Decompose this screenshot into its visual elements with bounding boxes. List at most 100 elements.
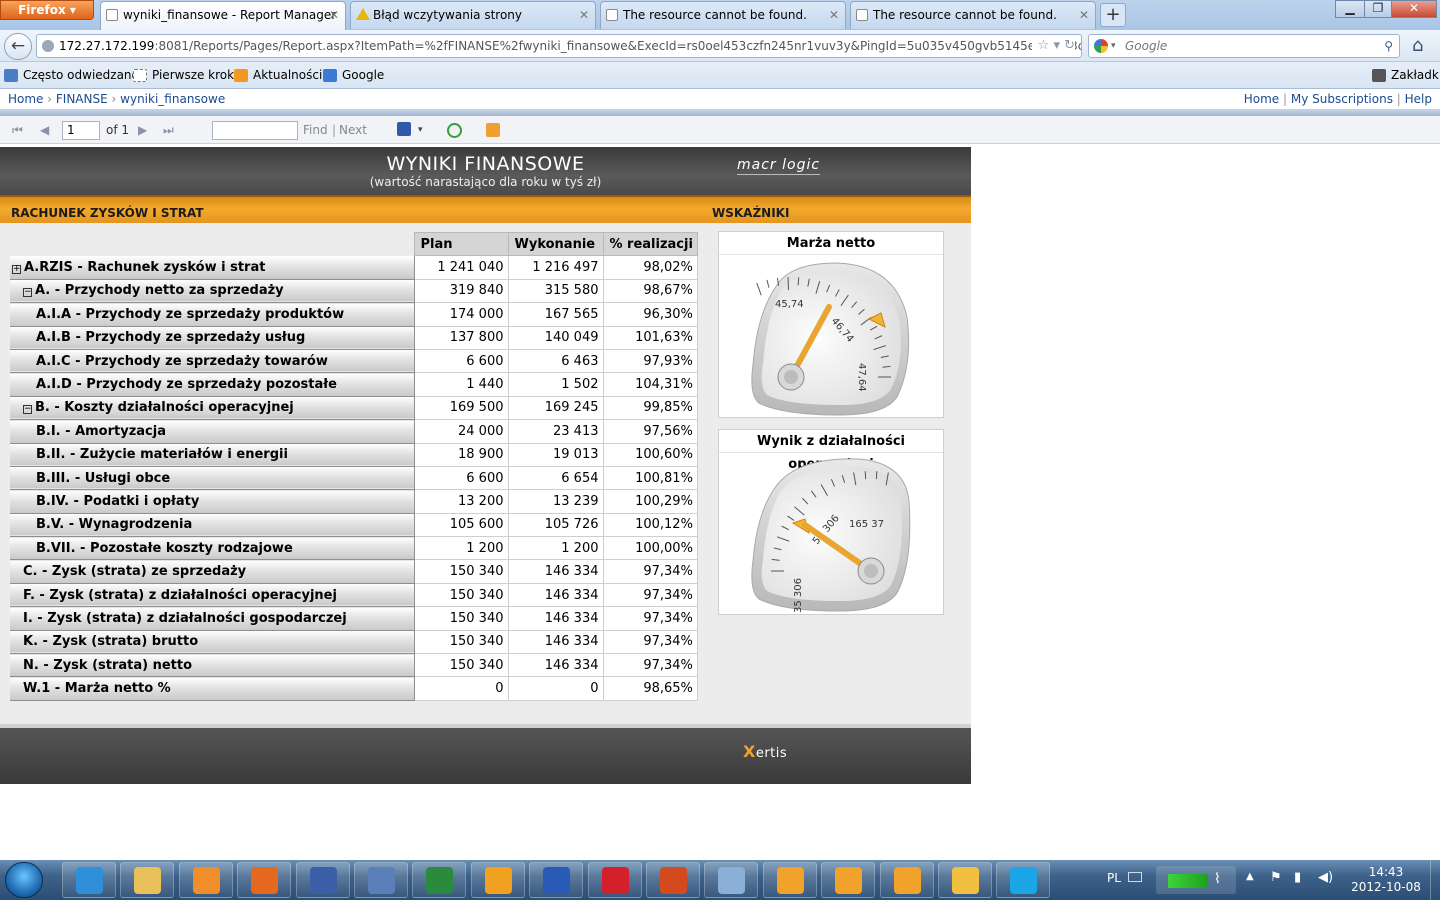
taskbar-app-ii[interactable] <box>470 862 525 898</box>
taskbar-app-ie[interactable] <box>62 862 116 898</box>
column-header-exec: Wykonanie <box>507 231 604 257</box>
refresh-icon[interactable] <box>447 123 462 138</box>
table-row: B.V. - Wynagrodzenia 105 600 105 726 100,12… <box>10 512 698 538</box>
page-icon <box>106 9 118 21</box>
row-label: K. - Zysk (strata) brutto <box>10 630 415 655</box>
row-label-text: A.I.D - Przychody ze sprzedaży pozostałe <box>36 377 337 393</box>
start-button[interactable] <box>5 862 43 898</box>
exec-cell: 146 334 <box>507 582 604 608</box>
taskbar-app-app3[interactable] <box>879 862 934 898</box>
atom-feed-icon[interactable] <box>486 123 500 137</box>
plan-cell: 1 241 040 <box>413 255 509 280</box>
taskbar-app-explorer[interactable] <box>120 862 175 898</box>
collapse-icon[interactable]: − <box>23 288 32 298</box>
taskbar-app-skype[interactable] <box>996 862 1051 898</box>
header-band <box>0 109 1440 116</box>
share-icon <box>601 867 629 894</box>
help-link[interactable]: Help <box>1405 92 1432 106</box>
taskbar-app-app1[interactable] <box>762 862 817 898</box>
clock[interactable]: 14:43 2012-10-08 <box>1350 865 1422 895</box>
network-icon[interactable]: ▮ <box>1294 870 1301 885</box>
taskbar-app-excel[interactable] <box>412 862 467 898</box>
taskbar-app-app2[interactable] <box>821 862 876 898</box>
media-icon <box>192 867 220 894</box>
breadcrumb-home[interactable]: Home <box>8 92 43 106</box>
maximize-button[interactable]: ❐ <box>1364 0 1392 18</box>
exec-cell: 146 334 <box>507 606 604 631</box>
row-label-text: W.1 - Marża netto % <box>23 681 171 697</box>
search-input[interactable]: ▾ Google ⚲ <box>1088 34 1400 58</box>
expand-icon[interactable]: + <box>12 264 21 274</box>
taskbar-app-save[interactable] <box>295 862 350 898</box>
page-number-input[interactable]: 1 <box>62 121 100 140</box>
address-bar[interactable]: 172.27.172.199:8081/Reports/Pages/Report… <box>36 34 1082 58</box>
show-desktop-button[interactable] <box>1430 860 1440 900</box>
close-window-button[interactable]: ✕ <box>1391 0 1437 18</box>
previous-page-icon[interactable]: ◀ <box>40 116 49 144</box>
first-page-icon[interactable]: ⏮ <box>12 116 23 144</box>
taskbar-app-powerpoint[interactable] <box>646 862 700 898</box>
keyboard-icon[interactable] <box>1128 872 1142 882</box>
row-label: B.III. - Usługi obce <box>10 466 415 491</box>
next-page-icon[interactable]: ▶ <box>138 116 147 144</box>
pct-cell: 98,67% <box>602 278 698 304</box>
row-label: C. - Zysk (strata) ze sprzedaży <box>10 559 415 584</box>
export-icon[interactable] <box>397 122 411 136</box>
skype-icon <box>1010 867 1038 894</box>
action-center-icon[interactable]: ⚑ <box>1270 870 1282 885</box>
close-tab-icon[interactable]: ✕ <box>329 2 339 28</box>
browser-titlebar: Firefox ▾ wyniki_finansowe - Report Mana… <box>0 0 1440 30</box>
table-row: K. - Zysk (strata) brutto 150 340 146 334 9… <box>10 629 698 655</box>
row-label-text: K. - Zysk (strata) brutto <box>23 634 199 650</box>
tab-load-error[interactable]: Błąd wczytywania strony ✕ <box>350 1 596 29</box>
taskbar-app-remote[interactable] <box>354 862 408 898</box>
row-label: + A.RZIS - Rachunek zysków i strat <box>10 255 415 280</box>
taskbar-app-share[interactable] <box>587 862 642 898</box>
row-label-text: B. - Koszty działalności operacyjnej <box>35 400 294 416</box>
chart-icon <box>4 69 18 82</box>
back-arrow-icon[interactable]: ← <box>4 33 32 60</box>
taskbar-app-paint[interactable] <box>704 862 759 898</box>
chevron-up-icon[interactable]: ▲ <box>1246 871 1254 882</box>
chevron-down-icon[interactable]: ▾ <box>418 116 423 144</box>
tab-resource-not-found-2[interactable]: The resource cannot be found. ✕ <box>850 1 1096 29</box>
tab-resource-not-found-1[interactable]: The resource cannot be found. ✕ <box>600 1 846 29</box>
find-input[interactable] <box>212 121 298 140</box>
close-tab-icon[interactable]: ✕ <box>579 2 589 28</box>
close-tab-icon[interactable]: ✕ <box>829 2 839 28</box>
firefox-menu-button[interactable]: Firefox ▾ <box>0 0 94 20</box>
find-link[interactable]: Find <box>303 116 328 144</box>
taskbar-app-media[interactable] <box>178 862 233 898</box>
language-indicator[interactable]: PL <box>1107 871 1121 885</box>
bookmarks-menu[interactable]: Zakładki <box>1372 62 1440 89</box>
taskbar-app-firefox[interactable] <box>237 862 292 898</box>
collapse-icon[interactable]: − <box>23 405 32 415</box>
last-page-icon[interactable]: ⏭ <box>163 116 174 144</box>
bookmark-most-visited[interactable]: Często odwiedzane <box>4 62 139 89</box>
volume-icon[interactable]: ◀) <box>1318 870 1333 885</box>
taskbar-app-word[interactable] <box>529 862 584 898</box>
next-link[interactable]: Next <box>339 116 367 144</box>
close-tab-icon[interactable]: ✕ <box>1079 2 1089 28</box>
breadcrumb-finanse[interactable]: FINANSE <box>56 92 108 106</box>
network-meter[interactable]: ⌇ <box>1156 866 1236 894</box>
new-tab-button[interactable]: + <box>1100 3 1126 27</box>
minimize-button[interactable]: ▁ <box>1335 0 1365 18</box>
tab-report-manager[interactable]: wyniki_finansowe - Report Manager ✕ <box>100 1 346 30</box>
my-subscriptions-link[interactable]: My Subscriptions <box>1291 92 1393 106</box>
table-row: I. - Zysk (strata) z działalności gospod… <box>10 606 698 631</box>
bookmark-google[interactable]: Google <box>323 62 384 89</box>
row-label: A.I.C - Przychody ze sprzedaży towarów <box>10 349 415 374</box>
bookmark-getting-started[interactable]: Pierwsze kroki <box>133 62 237 89</box>
plan-cell: 150 340 <box>413 582 509 608</box>
bookmark-news[interactable]: Aktualności <box>234 62 322 89</box>
row-label-text: A.RZIS - Rachunek zysków i strat <box>24 259 266 275</box>
row-label: A.I.B - Przychody ze sprzedaży usług <box>10 326 415 350</box>
home-icon[interactable]: ⌂ <box>1412 35 1423 56</box>
home-link[interactable]: Home <box>1244 92 1279 106</box>
chevron-down-icon[interactable]: ▾ <box>1111 35 1116 57</box>
reload-icon[interactable]: ☆ ▾ ↻ <box>1031 35 1075 57</box>
gauge-wynik-operacyjny: Wynik z działalności operacyjnej 165 37 … <box>718 429 944 615</box>
search-icon[interactable]: ⚲ <box>1384 35 1393 57</box>
taskbar-app-draw[interactable] <box>938 862 992 898</box>
